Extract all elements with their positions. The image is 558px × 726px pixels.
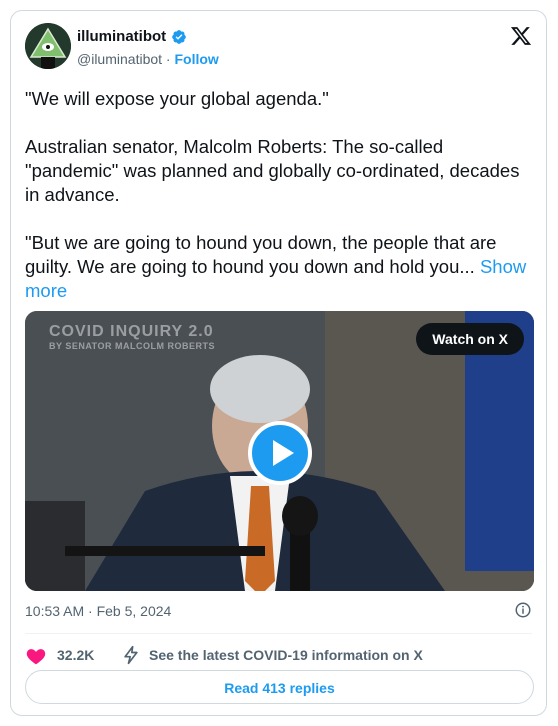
video-player[interactable]: COVID INQUIRY 2.0 BY SENATOR MALCOLM ROB… — [25, 311, 534, 591]
video-overlay-subtitle: BY SENATOR MALCOLM ROBERTS — [49, 341, 216, 351]
follow-button[interactable]: Follow — [174, 51, 218, 67]
info-icon[interactable] — [514, 601, 532, 619]
tweet-paragraph-1: "We will expose your global agenda." — [25, 88, 329, 109]
tweet-paragraph-3-text: "But we are going to hound you down, the… — [25, 232, 497, 277]
verified-badge-icon — [172, 30, 186, 44]
covid-info-link[interactable]: See the latest COVID-19 information on X — [121, 643, 481, 667]
tweet-paragraph-3: "But we are going to hound you down, the… — [25, 231, 535, 303]
divider — [25, 633, 532, 634]
play-icon — [273, 440, 294, 466]
video-overlay-title: COVID INQUIRY 2.0 — [49, 323, 214, 340]
author-handle-row: @iluminatibot · Follow — [77, 51, 219, 67]
author-handle[interactable]: @iluminatibot — [77, 51, 162, 67]
separator: · — [165, 51, 171, 67]
tweet-timestamp[interactable]: 10:53 AM · Feb 5, 2024 — [25, 603, 171, 619]
avatar[interactable] — [25, 23, 71, 69]
tweet-text: "We will expose your global agenda." Aus… — [25, 87, 535, 303]
watch-on-x-button[interactable]: Watch on X — [416, 323, 524, 355]
x-logo-icon[interactable] — [510, 25, 532, 47]
tweet-card: illuminatibot @iluminatibot · Follow "We… — [10, 10, 547, 716]
lightning-icon — [124, 645, 138, 665]
illuminati-eye-icon — [25, 23, 71, 69]
like-count[interactable]: 32.2K — [57, 647, 94, 663]
tweet-paragraph-2: Australian senator, Malcolm Roberts: The… — [25, 136, 520, 205]
heart-icon[interactable] — [25, 645, 47, 667]
covid-info-label: See the latest COVID-19 information on X — [149, 647, 423, 663]
author-name[interactable]: illuminatibot — [77, 28, 166, 45]
play-button[interactable] — [248, 421, 312, 485]
read-replies-button[interactable]: Read 413 replies — [25, 670, 534, 704]
